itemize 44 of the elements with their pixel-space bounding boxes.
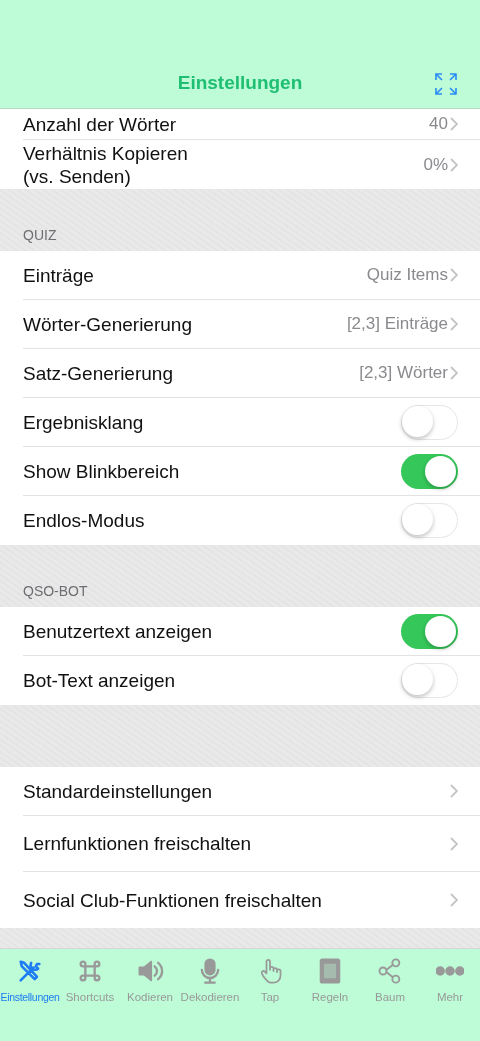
tab-item[interactable]: Mehr <box>420 949 480 1003</box>
chevron-icon <box>450 893 458 907</box>
tab-item[interactable]: Regeln <box>300 949 360 1003</box>
setting-label: Satz-Generierung <box>23 361 174 385</box>
more-icon <box>436 966 464 976</box>
expand-icon[interactable] <box>434 72 458 96</box>
setting-label: Standardeinstellungen <box>23 779 214 803</box>
toggle-switch[interactable] <box>401 663 458 698</box>
setting-label: Show Blinkbereich <box>23 459 181 483</box>
tab-item[interactable]: Tap <box>240 949 300 1003</box>
toggle-switch[interactable] <box>401 613 458 649</box>
setting-value: [2,3] Wörter <box>359 363 448 383</box>
tab-item[interactable]: Baum <box>360 949 420 1003</box>
setting-label: Social Club-Funktionen freischalten <box>23 888 323 912</box>
setting-value: Quiz Items <box>366 265 448 285</box>
section-header: QSO-BOT <box>23 583 88 599</box>
chevron-icon <box>450 836 458 851</box>
screen-title: Einstellungen <box>177 71 303 95</box>
tab-item[interactable]: Kodieren <box>120 949 180 1003</box>
setting-label: Anzahl der Wörter <box>23 112 178 136</box>
setting-value: 0% <box>423 154 448 175</box>
setting-label: Lernfunktionen freischalten <box>23 832 253 855</box>
tab-item[interactable]: Dekodieren <box>180 949 240 1003</box>
setting-label: Benutzertext anzeigen <box>23 619 214 643</box>
tab-item[interactable]: Shortcuts <box>60 949 120 1003</box>
setting-label: Ergebnisklang <box>23 410 145 434</box>
chevron-icon <box>450 157 458 172</box>
setting-label: Einträge <box>23 263 95 287</box>
setting-value: 40 <box>429 114 448 134</box>
chevron-icon <box>450 366 458 380</box>
chevron-icon <box>450 117 458 131</box>
setting-label: Verhältnis Kopieren (vs. Senden) <box>23 141 189 188</box>
chevron-icon <box>450 268 458 282</box>
toggle-switch[interactable] <box>401 453 458 489</box>
chevron-icon <box>450 317 458 331</box>
toggle-switch[interactable] <box>401 404 458 440</box>
tab-item[interactable]: Einstellungen <box>0 949 60 1003</box>
setting-label: Bot-Text anzeigen <box>23 669 177 692</box>
section-header: QUIZ <box>23 227 57 243</box>
setting-label: Endlos-Modus <box>23 509 146 532</box>
setting-label: Wörter-Generierung <box>23 312 193 336</box>
setting-value: [2,3] Einträge <box>346 314 448 334</box>
toggle-switch[interactable] <box>401 503 458 538</box>
chevron-icon <box>450 784 458 798</box>
